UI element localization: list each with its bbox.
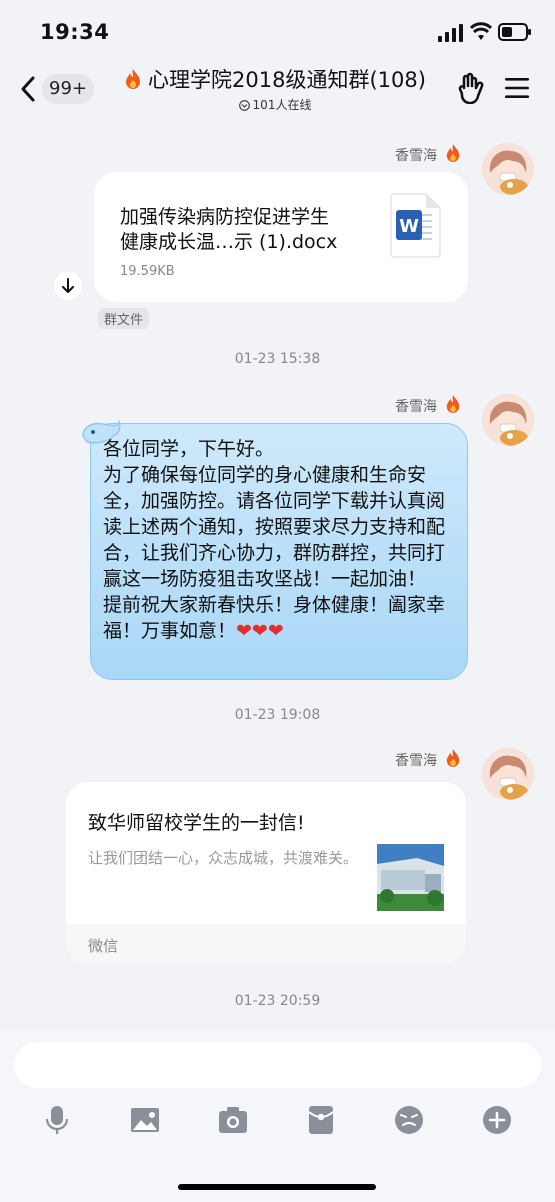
status-time: 19:34: [40, 20, 110, 44]
share-description: 让我们团结一心，众志成城，共渡难关。: [88, 849, 359, 867]
avatar[interactable]: [482, 748, 534, 800]
file-card[interactable]: 加强传染病防控促进学生 健康成长温…示 (1).docx 19.59KB W: [94, 172, 468, 302]
fire-icon: [446, 395, 460, 413]
svg-text:W: W: [399, 216, 419, 237]
avatar-image: [482, 394, 534, 446]
file-name-line2: 健康成长温…示 (1).docx: [120, 231, 338, 253]
timestamp: 01-23 15:38: [234, 351, 321, 367]
battery-icon: [498, 23, 531, 41]
wifi-icon: [470, 22, 492, 40]
word-icon: W: [390, 193, 441, 258]
plus-icon[interactable]: [481, 1104, 513, 1136]
download-icon[interactable]: [53, 271, 83, 301]
message-text: 各位同学，下午好。 为了确保每位同学的身心健康和生命安全，加强防控。请各位同学下…: [103, 436, 457, 644]
online-status: 101人在线: [110, 96, 440, 113]
unread-badge[interactable]: 99+: [42, 74, 94, 104]
red-packet-icon[interactable]: [305, 1104, 337, 1136]
emoji-icon[interactable]: [393, 1104, 425, 1136]
share-footer: [66, 924, 466, 964]
group-file-tag[interactable]: 群文件: [98, 308, 150, 329]
message-text-body: 各位同学，下午好。 为了确保每位同学的身心健康和生命安全，加强防控。请各位同学下…: [103, 438, 446, 642]
fire-icon: [126, 69, 141, 89]
avatar-image: [482, 143, 534, 195]
share-card[interactable]: 致华师留校学生的一封信! 让我们团结一心，众志成城，共渡难关。 微信: [66, 782, 466, 964]
sender-name: 香雪海: [395, 394, 461, 416]
timestamp: 01-23 20:59: [234, 993, 321, 1009]
chat-title-text: 心理学院2018级通知群(108): [148, 68, 426, 92]
menu-icon[interactable]: [504, 76, 530, 100]
back-icon[interactable]: [16, 74, 42, 104]
hand-icon[interactable]: [456, 72, 486, 104]
camera-icon[interactable]: [217, 1104, 249, 1136]
chat-title-area[interactable]: 心理学院2018级通知群(108) 101人在线: [110, 64, 440, 113]
file-size: 19.59KB: [120, 264, 175, 279]
share-thumbnail: [377, 844, 444, 911]
fire-icon: [446, 144, 460, 162]
text-bubble[interactable]: 各位同学，下午好。 为了确保每位同学的身心健康和生命安全，加强防控。请各位同学下…: [82, 419, 468, 680]
signal-icon: [438, 24, 463, 42]
message-input[interactable]: [14, 1042, 541, 1088]
avatar[interactable]: [482, 394, 534, 446]
chat-title: 心理学院2018级通知群(108): [110, 64, 440, 94]
sender-name: 香雪海: [395, 143, 461, 165]
sender-name-text: 香雪海: [395, 148, 437, 164]
status-bar: 19:34: [0, 0, 555, 60]
timestamp: 01-23 19:08: [234, 707, 321, 723]
chevron-circle-icon: [238, 100, 250, 111]
mic-icon[interactable]: [41, 1104, 73, 1136]
online-count: 101人在线: [252, 98, 312, 112]
avatar-image: [482, 748, 534, 800]
sender-name-text: 香雪海: [395, 399, 437, 415]
home-indicator: [178, 1184, 376, 1190]
avatar[interactable]: [482, 143, 534, 195]
heart-emoji: ❤❤❤: [236, 620, 284, 642]
sender-name: 香雪海: [395, 748, 461, 770]
image-icon[interactable]: [129, 1104, 161, 1136]
fire-icon: [446, 749, 460, 767]
share-title: 致华师留校学生的一封信!: [88, 812, 305, 834]
sender-name-text: 香雪海: [395, 753, 437, 769]
share-source: 微信: [88, 937, 119, 955]
